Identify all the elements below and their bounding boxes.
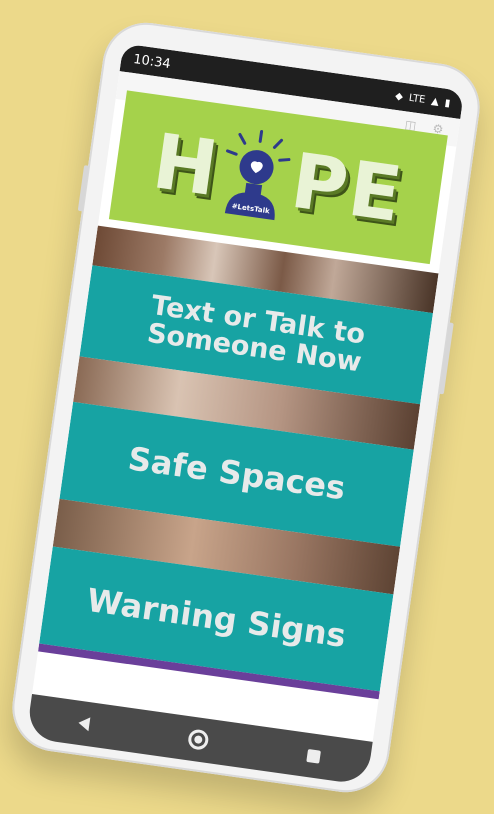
safe-spaces-label: Safe Spaces — [125, 439, 348, 508]
network-label: LTE — [408, 92, 427, 106]
home-icon[interactable] — [187, 728, 210, 751]
wifi-icon: ◆ — [394, 90, 404, 103]
logo-letter-e: E — [343, 143, 409, 239]
status-time: 10:34 — [132, 51, 172, 72]
text-or-talk-label: Text or Talk to Someone Now — [145, 289, 368, 379]
warning-signs-label: Warning Signs — [84, 581, 349, 656]
back-icon[interactable] — [77, 715, 91, 732]
lightbulb-heart-icon: #LetsTalk — [215, 125, 297, 224]
phone-mockup: 10:34 ◆ LTE ▲ ▮ ◫ ⚙ H #LetsTalk P E Text… — [6, 17, 486, 798]
recent-apps-icon[interactable] — [306, 748, 322, 764]
logo-letter-h: H — [147, 115, 226, 213]
battery-icon: ▮ — [444, 97, 452, 109]
signal-icon: ▲ — [430, 95, 440, 108]
